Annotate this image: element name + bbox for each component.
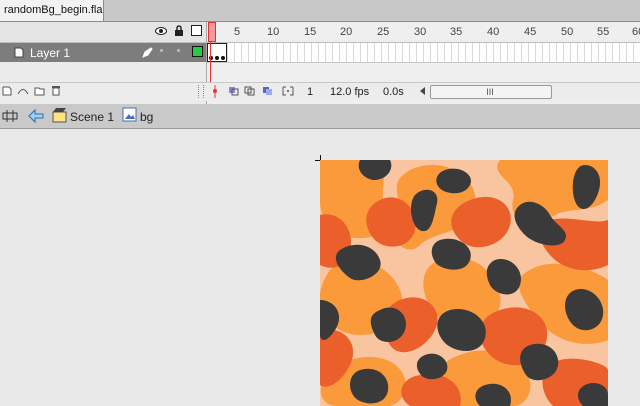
camo-pattern [320, 160, 608, 406]
ruler-number: 45 [524, 26, 537, 38]
panel-resize-grip[interactable] [198, 85, 204, 98]
lock-dot[interactable] [177, 49, 180, 52]
graphic-symbol-icon [122, 107, 137, 122]
frame-rate[interactable]: 12.0 fps [330, 86, 369, 98]
timeline-horizontal-scrollbar[interactable]: III [430, 85, 552, 99]
document-tab[interactable]: randomBg_begin.fla [0, 0, 104, 21]
ruler-number: 40 [487, 26, 500, 38]
keyframe-dot[interactable] [221, 56, 225, 60]
frame-row[interactable] [207, 43, 640, 63]
pencil-icon[interactable] [142, 47, 153, 58]
ruler-number: 5 [234, 26, 241, 38]
timeline-panel: Layer 1 5 10 15 20 25 30 35 40 45 50 55 … [0, 22, 640, 104]
scrollbar-thumb[interactable]: III [431, 86, 549, 98]
onion-skin-icon[interactable] [228, 86, 240, 96]
ruler-number: 15 [304, 26, 317, 38]
stage[interactable] [0, 129, 640, 406]
layer-row[interactable]: Layer 1 [0, 43, 206, 62]
scroll-left-icon[interactable] [420, 87, 426, 95]
current-frame: 1 [307, 86, 314, 98]
layer-color-swatch[interactable] [192, 46, 203, 57]
edit-multiple-frames-icon[interactable] [262, 86, 274, 96]
layer-header [0, 22, 206, 43]
modify-onion-markers-icon[interactable] [282, 86, 294, 96]
ruler-number: 25 [377, 26, 390, 38]
visibility-dot[interactable] [160, 49, 163, 52]
ruler-number: 55 [597, 26, 610, 38]
motion-guide-icon[interactable] [17, 86, 29, 96]
layer-name: Layer 1 [30, 46, 71, 60]
timeline-status-bar: 1 12.0 fps 0.0s III [0, 82, 640, 101]
layer-icon [14, 47, 24, 58]
ruler-number: 10 [267, 26, 280, 38]
elapsed-time: 0.0s [383, 86, 404, 98]
playhead[interactable] [208, 22, 216, 42]
ruler-number: 30 [414, 26, 427, 38]
ruler-number: 20 [340, 26, 353, 38]
timeline-toggle-icon[interactable] [2, 108, 18, 124]
outline-icon[interactable] [191, 25, 202, 36]
frame-ruler[interactable]: 5 10 15 20 25 30 35 40 45 50 55 60 [207, 22, 640, 43]
ruler-number: 35 [450, 26, 463, 38]
ruler-number: 50 [561, 26, 574, 38]
keyframe-dot[interactable] [215, 56, 219, 60]
scene-clapper-icon [52, 108, 67, 123]
folder-icon[interactable] [34, 86, 45, 96]
ruler-number: 60 [632, 26, 640, 38]
eye-icon[interactable] [155, 26, 167, 36]
scene-breadcrumb[interactable]: Scene 1 [70, 110, 114, 124]
document-tab-bar: randomBg_begin.fla [0, 0, 640, 22]
new-layer-icon[interactable] [2, 86, 12, 96]
trash-icon[interactable] [51, 85, 61, 96]
back-arrow-icon[interactable] [28, 109, 44, 123]
onion-skin-outline-icon[interactable] [244, 86, 256, 96]
edit-bar: Scene 1 bg [0, 104, 640, 129]
center-frame-icon[interactable] [212, 85, 218, 98]
symbol-breadcrumb[interactable]: bg [140, 110, 153, 124]
camo-background-symbol[interactable] [320, 160, 608, 406]
lock-icon[interactable] [174, 25, 184, 37]
